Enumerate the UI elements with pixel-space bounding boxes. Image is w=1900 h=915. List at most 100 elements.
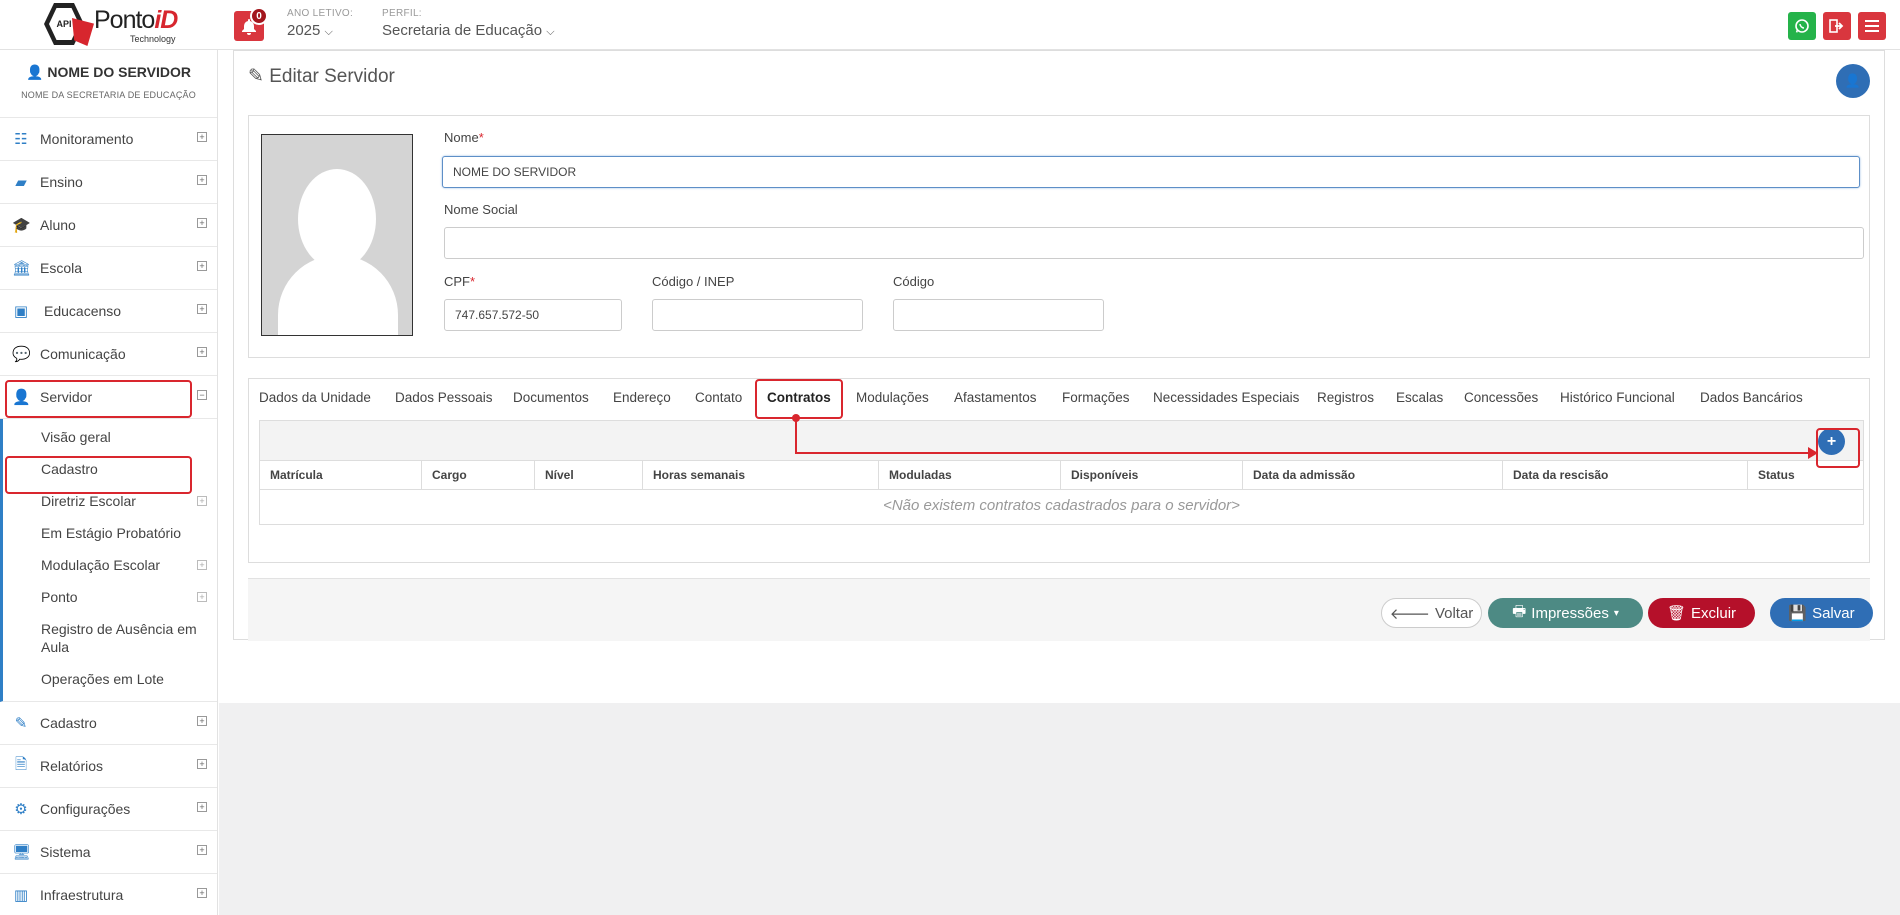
main-menu-button[interactable] bbox=[1858, 12, 1886, 40]
delete-button[interactable]: 🗑 Excluir bbox=[1648, 598, 1755, 628]
print-icon: 🖶 bbox=[1512, 602, 1527, 620]
sidebar-item-educacenso[interactable]: ▣ Educacenso + bbox=[0, 290, 217, 333]
expand-icon: + bbox=[197, 759, 207, 769]
user-icon: 👤 bbox=[26, 64, 44, 80]
column-header[interactable]: Disponíveis bbox=[1061, 461, 1243, 490]
sidebar-subitem-registro-ausencia[interactable]: Registro de Ausência em Aula bbox=[3, 613, 217, 663]
sidebar-subitem-modulacao-escolar[interactable]: Modulação Escolar + bbox=[3, 549, 217, 581]
column-header[interactable]: Nível bbox=[535, 461, 643, 490]
cpf-input[interactable]: 747.657.572-50 bbox=[444, 299, 622, 331]
expand-icon: + bbox=[197, 175, 207, 185]
column-header[interactable]: Cargo bbox=[422, 461, 535, 490]
tab-dados-bancarios[interactable]: Dados Bancários bbox=[1700, 390, 1803, 405]
nome-input[interactable]: NOME DO SERVIDOR bbox=[442, 156, 1860, 188]
expand-icon: + bbox=[197, 496, 207, 506]
sidebar-item-configuracoes[interactable]: ⚙ Configurações + bbox=[0, 788, 217, 831]
tab-formacoes[interactable]: Formações bbox=[1062, 390, 1130, 405]
whatsapp-icon bbox=[1795, 19, 1809, 33]
notification-count-badge: 0 bbox=[250, 7, 268, 25]
servidor-tabs-panel: Dados da Unidade Dados Pessoais Document… bbox=[248, 378, 1870, 563]
codigo-input[interactable] bbox=[893, 299, 1104, 331]
tab-dados-pessoais[interactable]: Dados Pessoais bbox=[395, 390, 493, 405]
sidebar-item-monitoramento[interactable]: ☷ Monitoramento + bbox=[0, 118, 217, 161]
column-header[interactable]: Matrícula bbox=[260, 461, 422, 490]
user-icon: 👤 bbox=[1844, 73, 1862, 88]
whatsapp-button[interactable] bbox=[1788, 12, 1816, 40]
back-button[interactable]: 🡐 Voltar bbox=[1381, 598, 1482, 628]
inep-input[interactable] bbox=[652, 299, 863, 331]
save-button[interactable]: 💾 Salvar bbox=[1770, 598, 1873, 628]
monitor-icon: 🖥 bbox=[12, 844, 32, 861]
sidebar-item-relatorios[interactable]: 🗎 Relatórios + bbox=[0, 745, 217, 788]
sidebar-item-escola[interactable]: 🏛 Escola + bbox=[0, 247, 217, 290]
comment-icon: 💬 bbox=[12, 346, 31, 363]
servidor-form: Nome* NOME DO SERVIDOR Nome Social CPF* … bbox=[248, 115, 1870, 358]
sidebar-subitem-ponto[interactable]: Ponto + bbox=[3, 581, 217, 613]
annotation-arrow-vertical bbox=[795, 418, 797, 454]
servidor-highlight-box bbox=[5, 380, 192, 418]
tab-escalas[interactable]: Escalas bbox=[1396, 390, 1443, 405]
tab-registros[interactable]: Registros bbox=[1317, 390, 1374, 405]
column-header[interactable]: Horas semanais bbox=[643, 461, 879, 490]
tab-endereco[interactable]: Endereço bbox=[613, 390, 671, 405]
sidebar-item-comunicacao[interactable]: 💬 Comunicação + bbox=[0, 333, 217, 376]
tab-dados-unidade[interactable]: Dados da Unidade bbox=[259, 390, 371, 405]
sidebar-item-aluno[interactable]: 🎓 Aluno + bbox=[0, 204, 217, 247]
profile-select[interactable]: Secretaria de Educação ⌵ bbox=[382, 22, 555, 39]
annotation-arrow-head bbox=[1808, 447, 1818, 459]
sidebar-item-ensino[interactable]: ▰ Ensino + bbox=[0, 161, 217, 204]
annotation-arrow-dot bbox=[792, 414, 800, 422]
expand-icon: + bbox=[197, 560, 207, 570]
file-icon: 🗎 bbox=[14, 755, 28, 773]
table-empty-message: <Não existem contratos cadastrados para … bbox=[883, 497, 1240, 514]
expand-icon: + bbox=[197, 261, 207, 271]
tab-historico-funcional[interactable]: Histórico Funcional bbox=[1560, 390, 1675, 405]
edit-servidor-panel: ✎ Editar Servidor 👤 Nome* NOME DO SERVID… bbox=[233, 50, 1885, 641]
year-select[interactable]: 2025 ⌵ bbox=[287, 22, 333, 39]
edit-icon: ✎ bbox=[248, 66, 264, 87]
column-header[interactable]: Data da rescisão bbox=[1503, 461, 1748, 490]
column-header[interactable]: Data da admissão bbox=[1243, 461, 1503, 490]
inep-label: Código / INEP bbox=[652, 274, 735, 289]
cpf-label: CPF* bbox=[444, 274, 476, 289]
sidebar-subitem-operacoes-lote[interactable]: Operações em Lote bbox=[3, 663, 217, 695]
tab-modulacoes[interactable]: Modulações bbox=[856, 390, 929, 405]
nome-social-input[interactable] bbox=[444, 227, 1864, 259]
edit-icon: ✎ bbox=[14, 715, 28, 732]
hamburger-icon bbox=[1865, 20, 1879, 32]
expand-icon: + bbox=[197, 347, 207, 357]
sidebar-item-sistema[interactable]: 🖥 Sistema + bbox=[0, 831, 217, 874]
panel-user-button[interactable]: 👤 bbox=[1836, 64, 1870, 98]
nome-label: Nome* bbox=[444, 130, 484, 145]
caret-down-icon: ▾ bbox=[1613, 607, 1619, 619]
sidebar-subitem-visao-geral[interactable]: Visão geral bbox=[3, 421, 217, 453]
census-icon: ▣ bbox=[13, 303, 29, 320]
top-bar: API PontoiD Technology 0 ANO LETIVO: 202… bbox=[0, 0, 1900, 50]
expand-icon: + bbox=[197, 592, 207, 602]
tab-contato[interactable]: Contato bbox=[695, 390, 742, 405]
sidebar-item-infraestrutura[interactable]: ▥ Infraestrutura + bbox=[0, 874, 217, 915]
save-icon: 💾 bbox=[1788, 605, 1808, 622]
tab-necessidades-especiais[interactable]: Necessidades Especiais bbox=[1153, 390, 1299, 405]
contratos-table: + Matrícula Cargo Nível Horas semanais M… bbox=[259, 420, 1864, 525]
sidebar-user-name[interactable]: 👤 NOME DO SERVIDOR bbox=[0, 64, 217, 81]
print-dropdown-button[interactable]: 🖶 Impressões ▾ bbox=[1488, 598, 1643, 628]
book-icon: ▰ bbox=[15, 174, 27, 191]
tab-afastamentos[interactable]: Afastamentos bbox=[954, 390, 1037, 405]
column-header[interactable]: Moduladas bbox=[879, 461, 1061, 490]
expand-icon: + bbox=[197, 218, 207, 228]
tab-concessoes[interactable]: Concessões bbox=[1464, 390, 1538, 405]
gear-icon: ⚙ bbox=[14, 801, 28, 818]
profile-label: PERFIL: bbox=[382, 8, 422, 19]
graduation-cap-icon: 🎓 bbox=[12, 217, 31, 234]
pontoid-logo[interactable]: API PontoiD Technology bbox=[40, 0, 185, 49]
table-toolbar: + bbox=[260, 421, 1863, 461]
sidebar-subitem-estagio-probatorio[interactable]: Em Estágio Probatório bbox=[3, 517, 217, 549]
logout-icon bbox=[1829, 19, 1844, 33]
logout-button[interactable] bbox=[1823, 12, 1851, 40]
chevron-down-icon: ⌵ bbox=[546, 26, 555, 38]
photo-placeholder[interactable] bbox=[261, 134, 413, 336]
year-label: ANO LETIVO: bbox=[287, 8, 354, 19]
tab-documentos[interactable]: Documentos bbox=[513, 390, 589, 405]
sidebar-item-cadastro[interactable]: ✎ Cadastro + bbox=[0, 702, 217, 745]
